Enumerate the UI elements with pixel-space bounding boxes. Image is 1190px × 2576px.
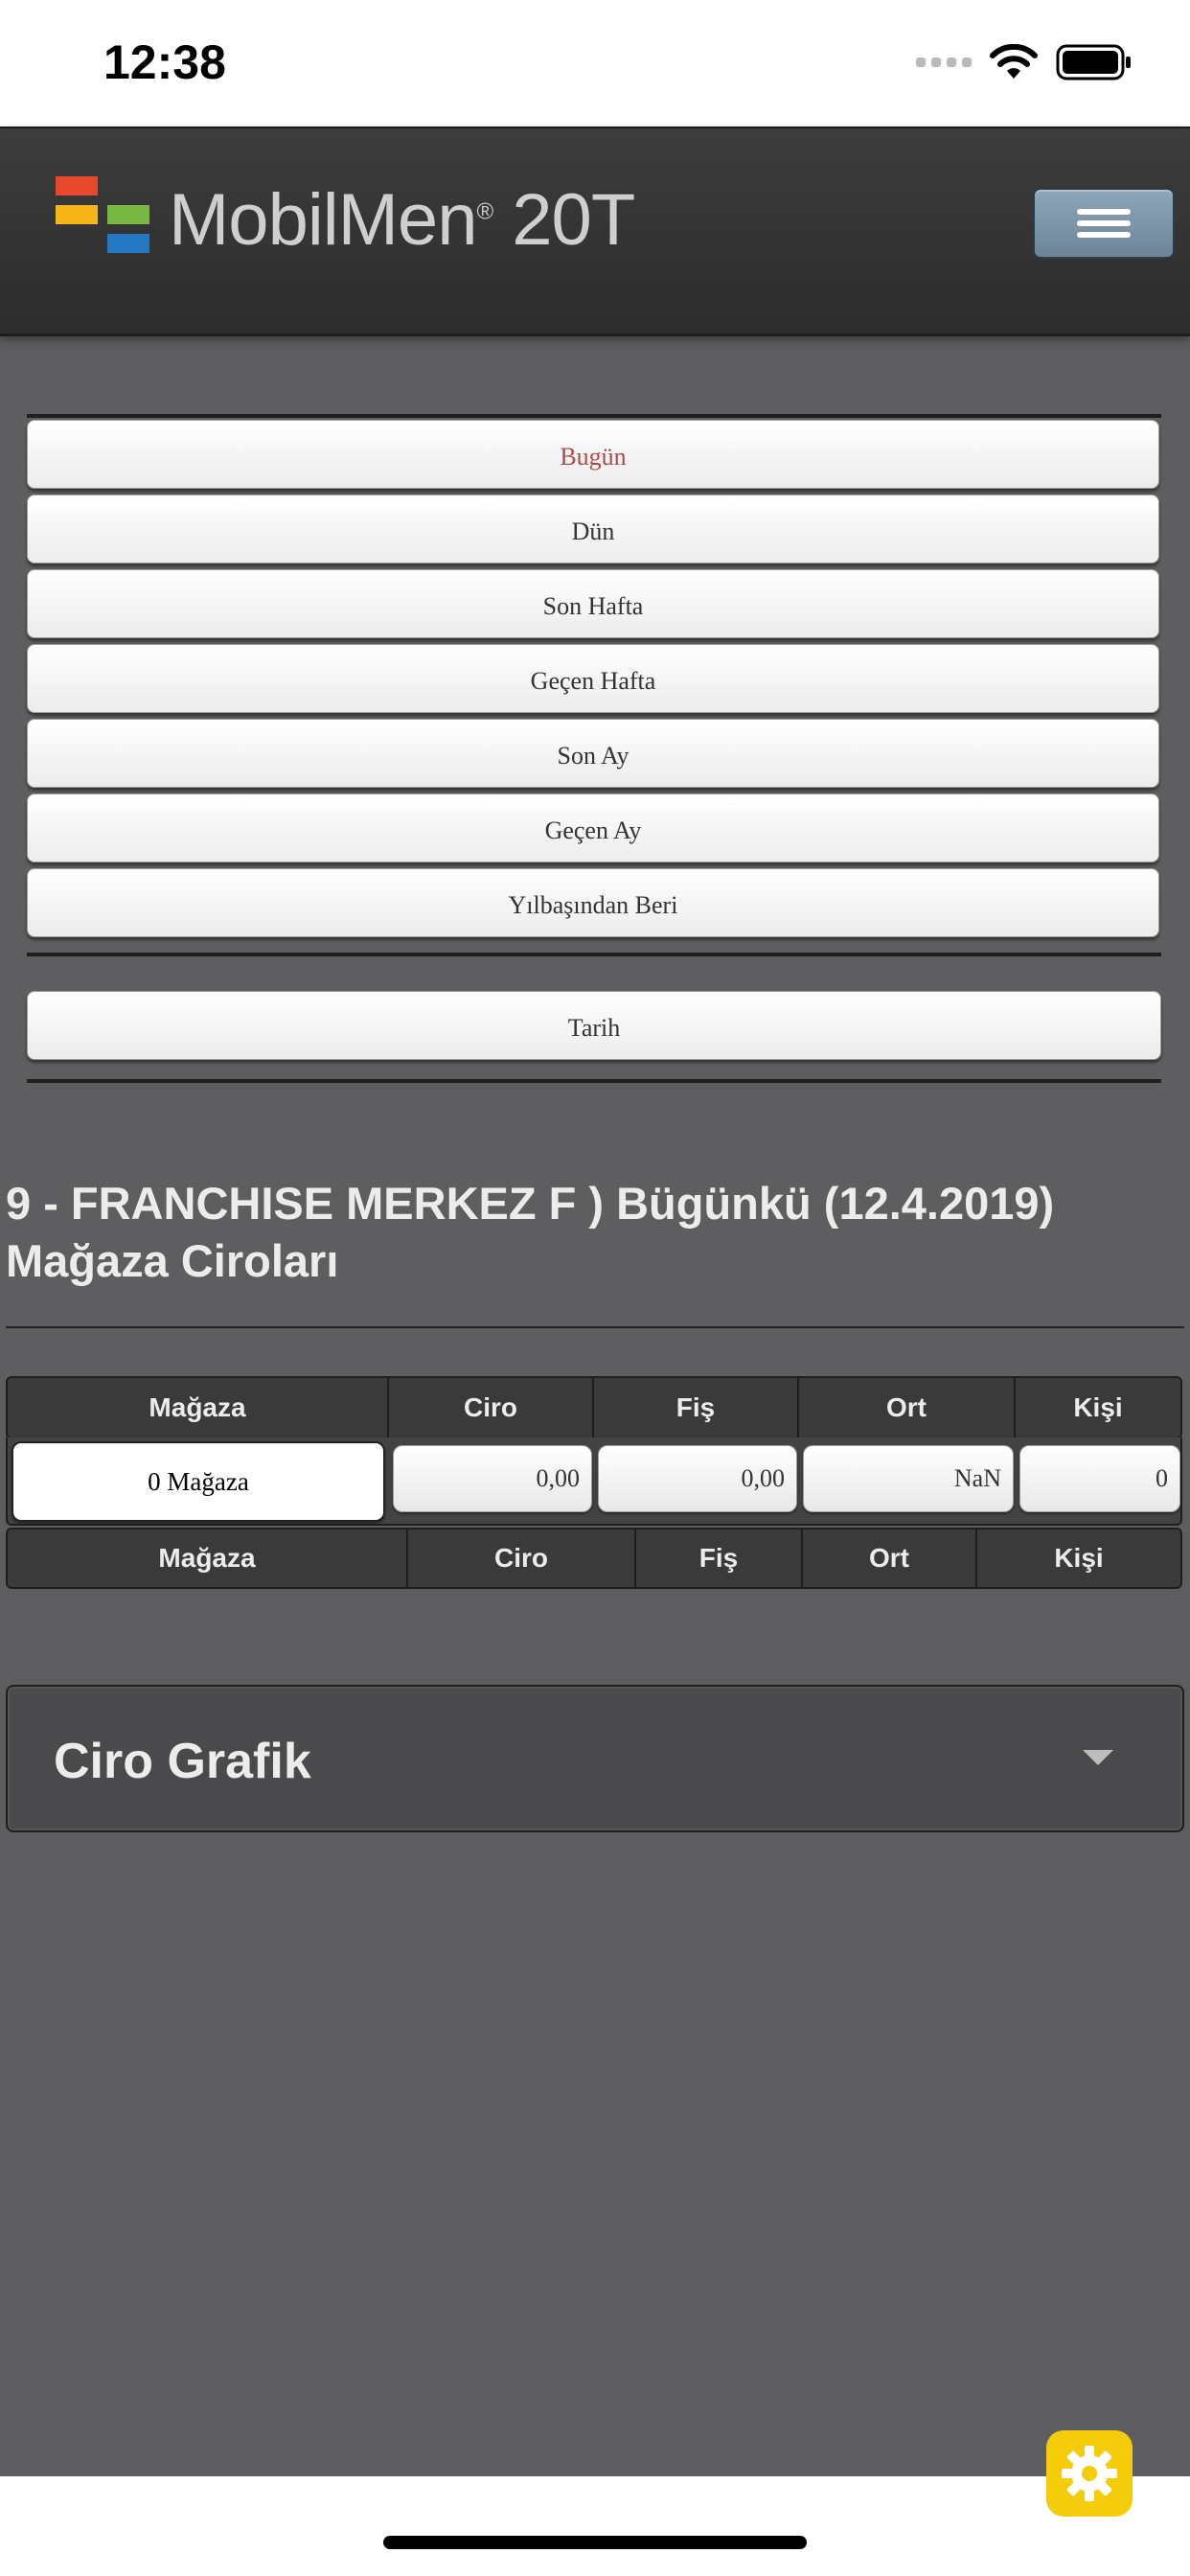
table-row: 0 Mağaza 0,00 0,00 NaN 0 [6, 1438, 1182, 1526]
divider [27, 953, 1161, 956]
footer-kisi: Kişi [1054, 1543, 1104, 1573]
home-indicator[interactable] [383, 2536, 807, 2549]
status-time: 12:38 [103, 35, 226, 89]
app-header: MobilMen® 20T [0, 126, 1190, 336]
period-button-group: Bugün Dün Son Hafta Geçen Hafta Son Ay G… [27, 414, 1161, 937]
period-previous-week-button[interactable]: Geçen Hafta [27, 644, 1159, 713]
battery-icon [1056, 44, 1131, 80]
chevron-down-icon [1083, 1750, 1113, 1765]
report-title: 9 - FRANCHISE MERKEZ F ) Bügünkü (12.4.2… [6, 1175, 1184, 1290]
cell-kisi[interactable]: 0 [1019, 1445, 1180, 1512]
bottom-safe-area [0, 2476, 1190, 2576]
settings-button[interactable] [1046, 2430, 1133, 2517]
logo-mark-icon [56, 176, 149, 253]
logo-text: MobilMen® 20T [169, 178, 635, 261]
period-today-button[interactable]: Bugün [27, 420, 1159, 489]
period-yesterday-button[interactable]: Dün [27, 494, 1159, 564]
divider [27, 1079, 1161, 1083]
report-title-line1: 9 - FRANCHISE MERKEZ F ) Bügünkü (12.4.2… [6, 1178, 1055, 1229]
column-header-magaza[interactable]: Mağaza [8, 1378, 389, 1438]
date-button[interactable]: Tarih [27, 991, 1161, 1060]
cell-ciro[interactable]: 0,00 [393, 1445, 592, 1512]
ciro-grafik-accordion[interactable]: Ciro Grafik [6, 1685, 1184, 1832]
footer-magaza: Mağaza [8, 1530, 408, 1587]
column-header-ciro[interactable]: Ciro [389, 1378, 594, 1438]
footer-ort: Ort [803, 1530, 977, 1587]
period-previous-month-button[interactable]: Geçen Ay [27, 794, 1159, 862]
period-year-to-date-button[interactable]: Yılbaşından Beri [27, 868, 1159, 937]
footer-ciro: Ciro [408, 1530, 636, 1587]
menu-button[interactable] [1033, 188, 1175, 259]
table-header: Mağaza Ciro Fiş Ort Kişi [6, 1376, 1182, 1439]
cell-ort[interactable]: NaN [803, 1445, 1014, 1512]
cell-store[interactable]: 0 Mağaza [11, 1441, 385, 1522]
accordion-title: Ciro Grafik [54, 1734, 311, 1789]
status-icons [916, 44, 1133, 80]
table-footer: Mağaza Ciro Fiş Ort Kişi [6, 1528, 1182, 1589]
cell-fis[interactable]: 0,00 [598, 1445, 797, 1512]
period-last-month-button[interactable]: Son Ay [27, 719, 1159, 788]
app-logo: MobilMen® 20T [56, 176, 635, 263]
wifi-icon [990, 44, 1038, 79]
signal-icon [916, 58, 972, 67]
column-header-kisi[interactable]: Kişi [1016, 1378, 1180, 1438]
footer-fis: Fiş [636, 1530, 803, 1587]
status-bar: 12:38 [0, 0, 1190, 126]
period-last-week-button[interactable]: Son Hafta [27, 569, 1159, 638]
column-header-ort[interactable]: Ort [799, 1378, 1016, 1438]
gear-icon [1062, 2446, 1117, 2501]
divider [6, 1326, 1184, 1328]
report-title-line2: Mağaza Ciroları [6, 1235, 339, 1286]
column-header-fis[interactable]: Fiş [594, 1378, 799, 1438]
